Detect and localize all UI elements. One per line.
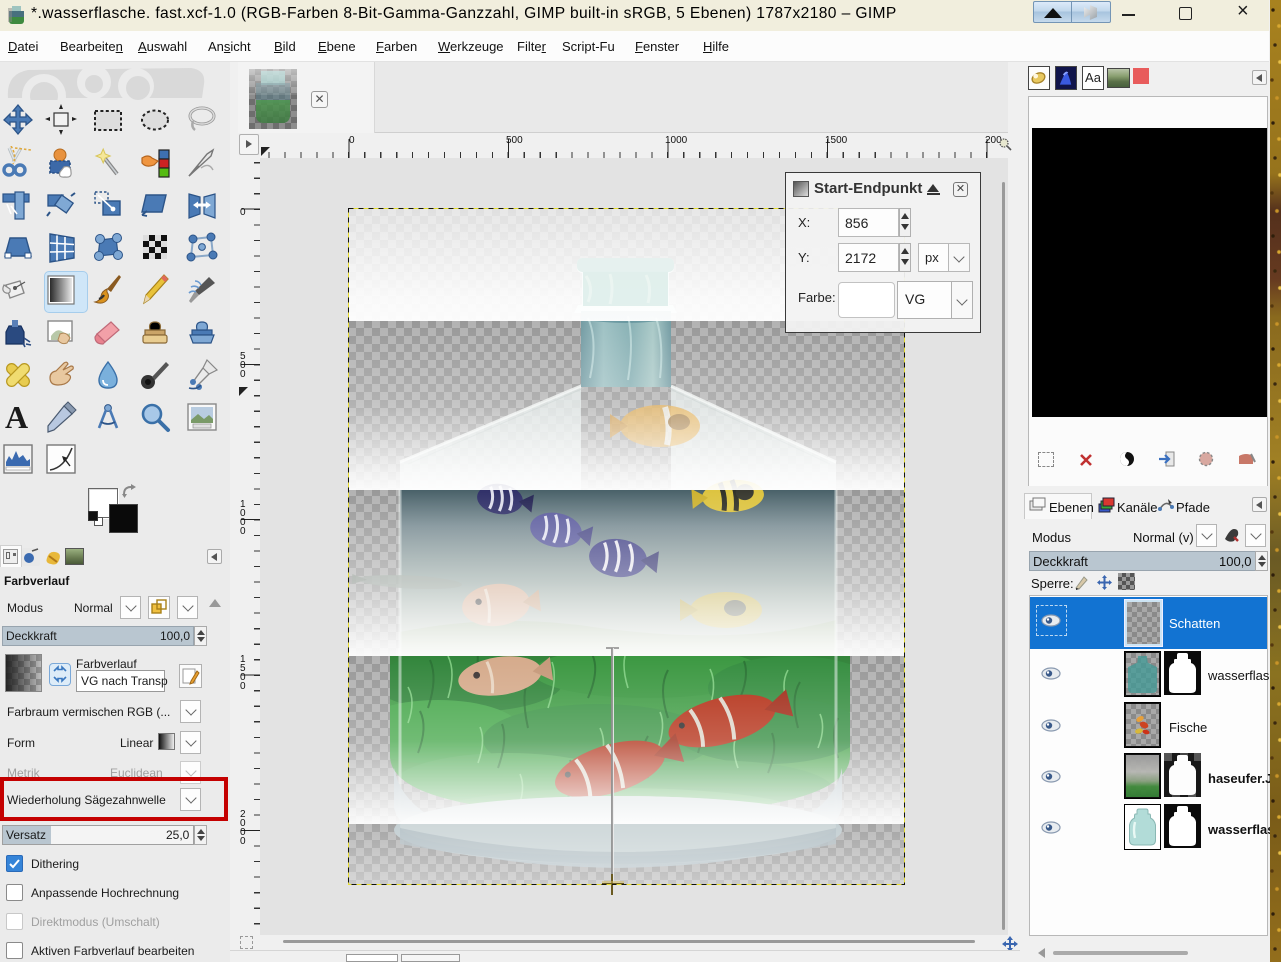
svg-text:A: A xyxy=(5,400,28,434)
